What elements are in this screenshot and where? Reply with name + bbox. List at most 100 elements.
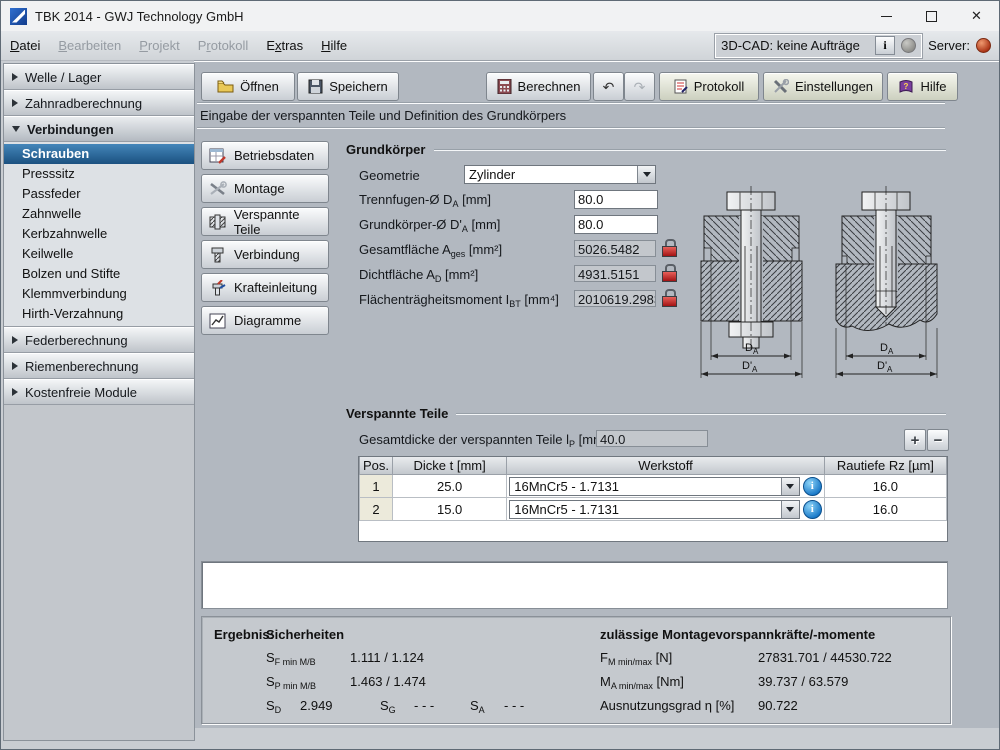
table-header-row: Pos. Dicke t [mm] Werkstoff Rautiefe Rz …: [360, 457, 947, 475]
help-button[interactable]: ? Hilfe: [887, 72, 958, 101]
maximize-icon: [926, 11, 937, 22]
nav-montage-button[interactable]: Montage: [201, 174, 329, 203]
dicke-cell[interactable]: 15.0: [393, 498, 507, 521]
menu-projekt[interactable]: Projekt: [130, 34, 188, 57]
material-info-button[interactable]: i: [803, 477, 822, 496]
menu-bearbeiten[interactable]: Bearbeiten: [49, 34, 130, 57]
werkstoff-select[interactable]: 16MnCr5 - 1.7131: [509, 500, 800, 519]
grundkoerper-d-label: Grundkörper-Ø D'A [mm]: [359, 217, 500, 234]
ma-value: 39.737 / 63.579: [758, 674, 848, 689]
sidebar-item-keilwelle[interactable]: Keilwelle: [4, 244, 194, 264]
server-led-icon: [976, 38, 991, 53]
force-application-icon: [209, 280, 227, 296]
calculate-button[interactable]: Berechnen: [486, 72, 591, 101]
through-bolt-drawing: DA D'A: [699, 186, 805, 382]
protocol-document-icon: [674, 79, 688, 94]
save-button[interactable]: Speichern: [297, 72, 399, 101]
maximize-button[interactable]: [909, 1, 954, 31]
redo-icon: ↷: [634, 80, 646, 94]
ma-label: MA min/max [Nm]: [600, 674, 684, 691]
werkstoff-select[interactable]: 16MnCr5 - 1.7131: [509, 477, 800, 496]
remove-row-button[interactable]: −: [927, 429, 949, 451]
flaechentraegheitsmoment-value: 2010619.2983: [574, 290, 656, 307]
cad-info-button[interactable]: i: [875, 36, 895, 55]
add-row-button[interactable]: +: [904, 429, 926, 451]
dicke-cell[interactable]: 25.0: [393, 475, 507, 498]
window-title: TBK 2014 - GWJ Technology GmbH: [35, 9, 244, 24]
sg-value: - - -: [414, 698, 434, 713]
undo-button[interactable]: ↶: [593, 72, 624, 101]
minimize-button[interactable]: [864, 1, 909, 31]
close-button[interactable]: ✕: [954, 1, 999, 31]
gesamtflaeche-value: 5026.5482: [574, 240, 656, 257]
redo-button[interactable]: ↷: [624, 72, 655, 101]
server-label: Server:: [928, 38, 970, 53]
geometrie-label: Geometrie: [359, 168, 420, 183]
result-panel: Ergebnis: Sicherheiten SF min M/B 1.111 …: [201, 616, 951, 724]
chevron-down-icon: [12, 126, 20, 132]
menu-hilfe[interactable]: Hilfe: [312, 34, 356, 57]
menu-extras[interactable]: Extras: [257, 34, 312, 57]
sidebar-section-zahnradberechnung[interactable]: Zahnradberechnung: [4, 90, 194, 116]
rautiefe-cell[interactable]: 16.0: [824, 498, 946, 521]
sidebar-item-kerbzahnwelle[interactable]: Kerbzahnwelle: [4, 224, 194, 244]
rautiefe-cell[interactable]: 16.0: [824, 475, 946, 498]
dropdown-button[interactable]: [781, 501, 799, 518]
sidebar-section-verbindungen[interactable]: Verbindungen: [4, 116, 194, 142]
sidebar-item-presssitz[interactable]: Presssitz: [4, 164, 194, 184]
pos-cell: 1: [360, 475, 393, 498]
dropdown-button[interactable]: [637, 166, 655, 183]
trennfugen-input[interactable]: [574, 190, 658, 209]
sidebar-item-schrauben[interactable]: Schrauben: [4, 144, 194, 164]
material-info-button[interactable]: i: [803, 500, 822, 519]
save-disk-icon: [308, 79, 323, 94]
chevron-down-icon: [786, 507, 794, 512]
nav-verspannte-teile-button[interactable]: Verspannte Teile: [201, 207, 329, 236]
col-pos: Pos.: [360, 457, 393, 475]
fm-label: FM min/max [N]: [600, 650, 672, 667]
sidebar-section-welle-lager[interactable]: Welle / Lager: [4, 64, 194, 90]
sidebar-item-zahnwelle[interactable]: Zahnwelle: [4, 204, 194, 224]
chevron-right-icon: [12, 336, 18, 344]
parts-table: Pos. Dicke t [mm] Werkstoff Rautiefe Rz …: [358, 456, 948, 542]
sidebar-section-federberechnung[interactable]: Federberechnung: [4, 327, 194, 353]
clamped-parts-icon: [209, 214, 227, 230]
nav-betriebsdaten-button[interactable]: Betriebsdaten: [201, 141, 329, 170]
menu-protokoll[interactable]: Protokoll: [189, 34, 258, 57]
nav-verbindung-button[interactable]: Verbindung: [201, 240, 329, 269]
chevron-down-icon: [786, 484, 794, 489]
sidebar-item-klemmverbindung[interactable]: Klemmverbindung: [4, 284, 194, 304]
sg-label: SG: [380, 698, 396, 715]
sidebar-item-passfeder[interactable]: Passfeder: [4, 184, 194, 204]
col-werkstoff: Werkstoff: [507, 457, 825, 475]
grundkoerper-d-input[interactable]: [574, 215, 658, 234]
trennfugen-label: Trennfugen-Ø DA [mm]: [359, 192, 491, 209]
sd-value: 2.949: [300, 698, 333, 713]
dropdown-button[interactable]: [781, 478, 799, 495]
nav-krafteinleitung-button[interactable]: Krafteinleitung: [201, 273, 329, 302]
lock-icon: [662, 264, 677, 281]
cad-status-text: 3D-CAD: keine Aufträge: [721, 38, 869, 53]
geometrie-select[interactable]: Zylinder: [464, 165, 656, 184]
protocol-button[interactable]: Protokoll: [659, 72, 759, 101]
sidebar-section-kostenfreie-module[interactable]: Kostenfreie Module: [4, 379, 194, 405]
gesamtdicke-label: Gesamtdicke der verspannten Teile lP [mm…: [359, 432, 608, 449]
menubar: Datei Bearbeiten Projekt Protokoll Extra…: [1, 31, 999, 61]
settings-button[interactable]: Einstellungen: [763, 72, 883, 101]
divider: [456, 413, 946, 415]
nav-diagramme-button[interactable]: Diagramme: [201, 306, 329, 335]
message-box: [201, 561, 948, 609]
flaechentraegheitsmoment-label: Flächenträgheitsmoment IBT [mm⁴]: [359, 292, 559, 309]
sp-value: 1.463 / 1.474: [350, 674, 426, 689]
sidebar-section-riemenberechnung[interactable]: Riemenberechnung: [4, 353, 194, 379]
lock-icon: [662, 289, 677, 306]
svg-text:DA: DA: [880, 342, 894, 356]
sidebar-item-hirth-verzahnung[interactable]: Hirth-Verzahnung: [4, 304, 194, 324]
cad-status-box: 3D-CAD: keine Aufträge i: [715, 34, 922, 58]
gesamtflaeche-label: Gesamtfläche Ages [mm²]: [359, 242, 502, 259]
werkstoff-cell: 16MnCr5 - 1.7131 i: [507, 475, 825, 498]
menu-datei[interactable]: Datei: [1, 34, 49, 57]
sidebar-item-bolzen-und-stifte[interactable]: Bolzen und Stifte: [4, 264, 194, 284]
sidebar-verbindungen-items: Schrauben Presssitz Passfeder Zahnwelle …: [4, 142, 194, 327]
open-button[interactable]: Öffnen: [201, 72, 295, 101]
